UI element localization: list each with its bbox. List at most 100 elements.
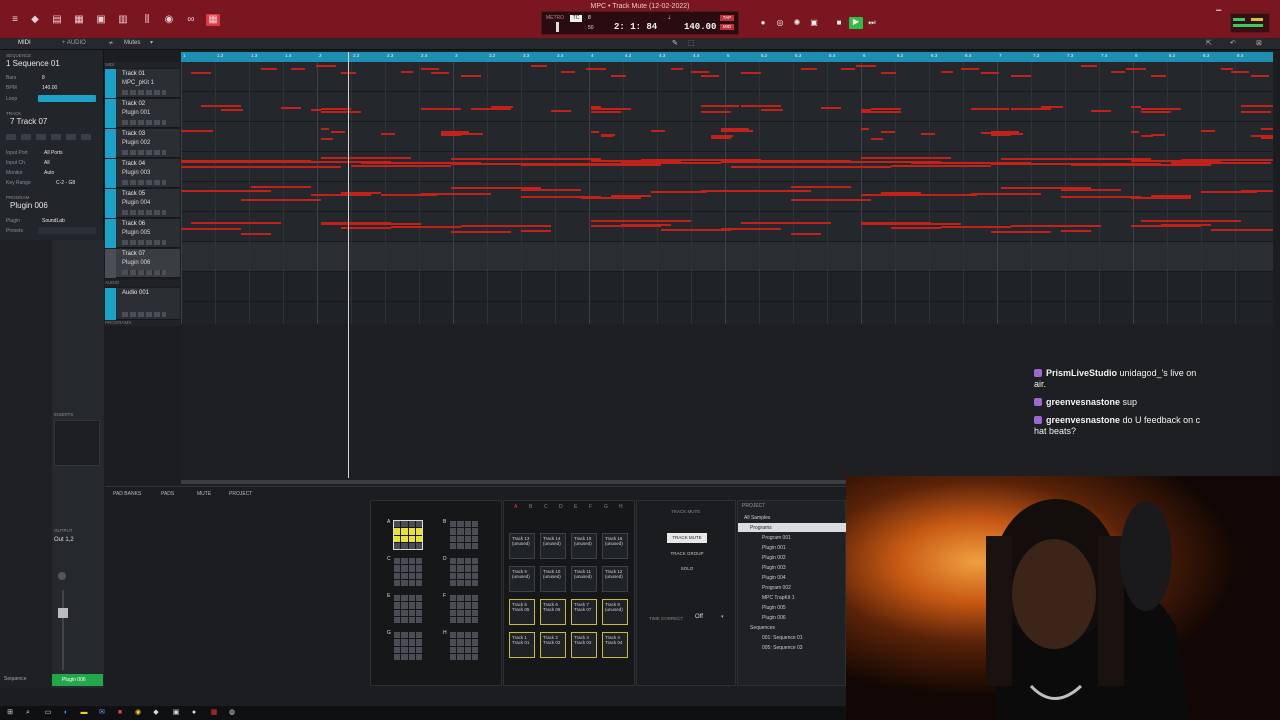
midi-note[interactable] (1131, 131, 1139, 133)
midi-note[interactable] (1261, 137, 1273, 139)
midi-note[interactable] (791, 199, 871, 201)
midi-note[interactable] (291, 68, 305, 70)
track-row[interactable]: Track 03 Plugin 002 (105, 129, 180, 158)
midi-note[interactable] (421, 108, 459, 110)
midi-note[interactable] (701, 75, 719, 77)
track-program[interactable]: Plugin 004 (122, 200, 150, 206)
program-name[interactable]: Plugin 006 (10, 201, 48, 210)
tab-pads[interactable]: PADS (161, 491, 174, 497)
track-row[interactable]: Track 02 Plugin 001 (105, 99, 180, 128)
monitor-value[interactable]: Auto (44, 170, 54, 176)
track-mute-pad[interactable]: Track 11 (unused) (571, 566, 597, 592)
midi-note[interactable] (381, 194, 437, 196)
midi-note[interactable] (981, 72, 999, 74)
app-icon[interactable]: ▣ (172, 709, 180, 717)
midi-note[interactable] (621, 224, 671, 226)
mixer-icon[interactable]: ⫼ (140, 14, 154, 26)
search-icon[interactable]: ⌕ (24, 709, 32, 717)
midi-note[interactable] (841, 68, 855, 70)
midi-note[interactable] (741, 105, 781, 107)
sequence-item[interactable]: 005: Sequence 03 (762, 645, 803, 651)
solo-button[interactable]: SOLO (667, 564, 707, 574)
midi-note[interactable] (1011, 75, 1031, 77)
midi-note[interactable] (521, 189, 581, 191)
midi-note[interactable] (591, 111, 621, 113)
track-row[interactable]: Track 04 Plugin 003 (105, 159, 180, 188)
tap-button[interactable]: TAP (720, 15, 734, 21)
bpm-readout[interactable]: 140.00 (684, 22, 716, 32)
midi-note[interactable] (761, 109, 783, 111)
track-program[interactable]: Plugin 002 (122, 140, 150, 146)
midi-note[interactable] (251, 186, 311, 188)
task-view-icon[interactable]: ▭ (44, 709, 52, 717)
app-icon[interactable]: ◆ (152, 709, 160, 717)
undo-icon[interactable]: ↶ (1230, 39, 1236, 47)
midi-note[interactable] (941, 226, 1011, 228)
midi-note[interactable] (191, 222, 281, 224)
menu-icon[interactable]: ≡ (8, 14, 22, 26)
track-view-icon[interactable]: ▦ (72, 14, 86, 26)
midi-note[interactable] (591, 131, 599, 133)
loop-toggle[interactable] (38, 95, 96, 102)
midi-note[interactable] (1001, 187, 1091, 189)
sequence-item[interactable]: 001: Sequence 01 (762, 635, 803, 641)
midi-note[interactable] (321, 108, 351, 110)
tab-project[interactable]: PROJECT (229, 491, 252, 497)
track-buttons[interactable] (122, 150, 166, 155)
midi-note[interactable] (241, 233, 271, 235)
midi-note[interactable] (891, 227, 941, 229)
project-program-item[interactable]: Plugin 002 (762, 555, 786, 561)
stop-icon[interactable]: ■ (834, 18, 844, 28)
presets-select[interactable] (38, 227, 96, 234)
midi-note[interactable] (1141, 111, 1171, 113)
midi-note[interactable] (1071, 164, 1211, 166)
app-icon[interactable]: ● (190, 709, 198, 717)
midi-note[interactable] (1131, 197, 1191, 199)
midi-note[interactable] (1126, 68, 1146, 70)
midi-note[interactable] (721, 161, 871, 163)
project-program-item[interactable]: Plugin 001 (762, 545, 786, 551)
midi-note[interactable] (861, 128, 869, 130)
track-buttons[interactable] (122, 210, 166, 215)
midi-note[interactable] (991, 134, 1011, 136)
project-program-item[interactable]: Program 002 (762, 585, 791, 591)
midi-note[interactable] (181, 228, 241, 230)
pad-bank-a[interactable]: A (387, 519, 423, 550)
midi-note[interactable] (861, 194, 921, 196)
midi-note[interactable] (391, 226, 461, 228)
midi-note[interactable] (691, 71, 709, 73)
auto-icon[interactable]: ✺ (792, 18, 802, 28)
pad-bank-f[interactable]: F (443, 593, 478, 623)
time-correct-value[interactable]: Off (695, 614, 703, 620)
midi-note[interactable] (1201, 191, 1257, 193)
midi-note[interactable] (1261, 128, 1273, 130)
mute-bank-tab[interactable]: F (589, 504, 592, 510)
timeline-ruler[interactable]: 1 1.2 1.3 1.4 2 2.2 2.3 2.4 3 3.2 3.3 3.4 4 4.2 4.3 4.4… (181, 52, 1273, 62)
play-start-icon[interactable]: ⏭ (867, 18, 877, 28)
record-icon[interactable]: ◉ (162, 14, 176, 26)
midi-note[interactable] (1231, 71, 1249, 73)
midi-note[interactable] (661, 229, 731, 231)
tab-mute[interactable]: MUTE (197, 491, 211, 497)
midi-note[interactable] (551, 110, 571, 112)
obs-icon[interactable]: ◍ (228, 709, 236, 717)
pencil-icon[interactable]: ✎ (672, 39, 678, 47)
strip-right-label[interactable]: Plugin 006 (52, 674, 103, 686)
edit-icon[interactable]: ≁ (108, 39, 114, 47)
track-mute-pad[interactable]: Track 13 (unused) (509, 533, 535, 559)
tab-pad-banks[interactable]: PAD BANKS (113, 491, 141, 497)
all-samples-item[interactable]: All Samples (744, 515, 770, 521)
mute-bank-tab[interactable]: H (619, 504, 623, 510)
midi-note[interactable] (1151, 134, 1165, 136)
midi-note[interactable] (581, 197, 641, 199)
track-row[interactable]: Track 06 Plugin 005 (105, 219, 180, 248)
midi-note[interactable] (451, 187, 541, 189)
midi-note[interactable] (1221, 68, 1233, 70)
pad-bank-c[interactable]: C (387, 556, 422, 586)
track-program[interactable]: MPC_pKit 1 (122, 80, 154, 86)
track-mute-pad[interactable]: Track 15 (unused) (571, 533, 597, 559)
midi-note[interactable] (921, 133, 935, 135)
midi-note[interactable] (1161, 224, 1211, 226)
midi-note[interactable] (881, 131, 895, 133)
fader-handle[interactable] (58, 608, 68, 618)
